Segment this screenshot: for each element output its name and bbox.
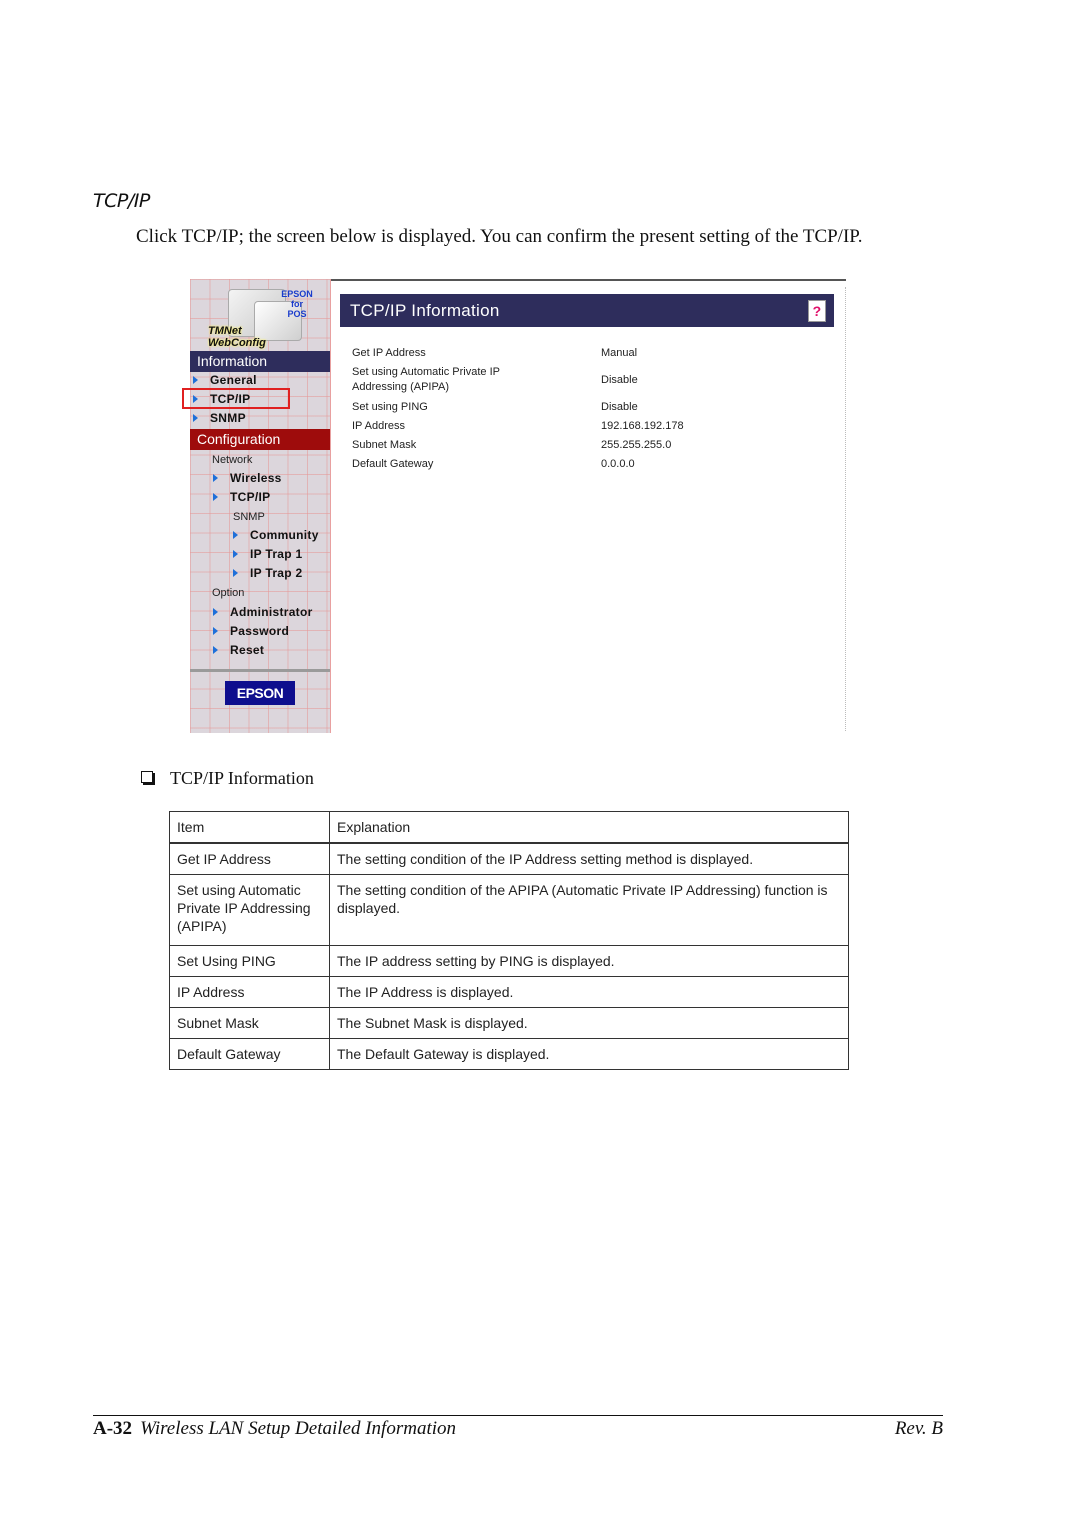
sidebar-item-label: General bbox=[210, 373, 257, 387]
table-row: Subnet Mask The Subnet Mask is displayed… bbox=[169, 1007, 849, 1039]
page-title-bar: TCP/IP Information ? bbox=[340, 294, 834, 327]
info-value-ping: Disable bbox=[601, 401, 638, 413]
table-row: Set Using PING The IP address setting by… bbox=[169, 945, 849, 977]
table-cell-item: Set Using PING bbox=[169, 945, 330, 977]
footer-chapter: A-32 Wireless LAN Setup Detailed Informat… bbox=[93, 1418, 456, 1440]
info-value-apipa: Disable bbox=[601, 374, 638, 386]
group-label-option: Option bbox=[212, 587, 245, 599]
webconfig-screenshot: EPSON for POS TMNet WebConfig Informatio… bbox=[182, 279, 846, 733]
info-label-get-ip: Get IP Address bbox=[352, 347, 426, 359]
table-row: Get IP Address The setting condition of … bbox=[169, 842, 849, 875]
info-value-get-ip: Manual bbox=[601, 347, 638, 359]
screenshot-top-border bbox=[330, 279, 846, 281]
group-label-snmp: SNMP bbox=[233, 511, 265, 523]
sidebar-item-wireless[interactable]: Wireless bbox=[213, 469, 282, 488]
sub-heading-text: TCP/IP Information bbox=[170, 768, 314, 788]
sidebar-item-community[interactable]: Community bbox=[233, 526, 319, 545]
table-cell-explanation: The Default Gateway is displayed. bbox=[329, 1038, 849, 1070]
info-label-ip-address: IP Address bbox=[352, 420, 405, 432]
arrow-right-icon bbox=[233, 530, 238, 539]
logo-product-line: TMNet bbox=[208, 325, 242, 337]
sidebar-item-ip-trap-1[interactable]: IP Trap 1 bbox=[233, 545, 303, 564]
footer-divider bbox=[93, 1415, 943, 1416]
arrow-right-icon bbox=[193, 413, 198, 422]
table-cell-explanation: The setting condition of the IP Address … bbox=[329, 842, 849, 875]
sidebar-item-label: Wireless bbox=[230, 471, 282, 485]
table-cell-explanation: The IP address setting by PING is displa… bbox=[329, 945, 849, 977]
sidebar-divider bbox=[190, 669, 330, 672]
info-value-ip-address: 192.168.192.178 bbox=[601, 420, 684, 432]
arrow-right-icon bbox=[213, 492, 218, 501]
logo-brand-line: for bbox=[291, 299, 303, 309]
sidebar: EPSON for POS TMNet WebConfig Informatio… bbox=[182, 279, 331, 733]
table-cell-item: Set using Automatic Private IP Addressin… bbox=[169, 874, 330, 946]
arrow-right-icon bbox=[213, 473, 218, 482]
table-row: IP Address The IP Address is displayed. bbox=[169, 976, 849, 1008]
intro-paragraph: Click TCP/IP; the screen below is displa… bbox=[136, 226, 863, 247]
tmnet-label: TMNet WebConfig bbox=[208, 325, 266, 349]
explanation-table: Item Explanation Get IP Address The sett… bbox=[169, 811, 849, 1070]
table-row: Set using Automatic Private IP Addressin… bbox=[169, 874, 849, 946]
arrow-right-icon bbox=[213, 645, 218, 654]
arrow-right-icon bbox=[233, 568, 238, 577]
epson-for-pos-label: EPSON for POS bbox=[280, 289, 314, 319]
arrow-right-icon bbox=[193, 375, 198, 384]
info-label-default-gateway: Default Gateway bbox=[352, 458, 434, 470]
info-label-ping: Set using PING bbox=[352, 401, 428, 413]
table-header-row: Item Explanation bbox=[169, 811, 849, 844]
chapter-title: Wireless LAN Setup Detailed Information bbox=[140, 1418, 457, 1439]
sidebar-item-snmp-info[interactable]: SNMP bbox=[193, 409, 246, 428]
sidebar-item-administrator[interactable]: Administrator bbox=[213, 603, 313, 622]
sidebar-item-password[interactable]: Password bbox=[213, 622, 289, 641]
sidebar-item-label: Reset bbox=[230, 643, 265, 657]
info-value-default-gateway: 0.0.0.0 bbox=[601, 458, 635, 470]
info-value-subnet-mask: 255.255.255.0 bbox=[601, 439, 672, 451]
arrow-right-icon bbox=[213, 626, 218, 635]
sidebar-item-label: Administrator bbox=[230, 605, 313, 619]
tmnet-webconfig-logo: EPSON for POS TMNet WebConfig bbox=[206, 285, 318, 349]
sidebar-item-label: SNMP bbox=[210, 411, 246, 425]
revision-label: Rev. B bbox=[894, 1418, 943, 1439]
sidebar-header-information: Information bbox=[190, 351, 330, 372]
arrow-right-icon bbox=[213, 607, 218, 616]
table-cell-item: Subnet Mask bbox=[169, 1007, 330, 1039]
table-cell-item: IP Address bbox=[169, 976, 330, 1008]
sidebar-item-tcpip-config[interactable]: TCP/IP bbox=[213, 488, 270, 507]
table-row: Default Gateway The Default Gateway is d… bbox=[169, 1038, 849, 1070]
sidebar-item-ip-trap-2[interactable]: IP Trap 2 bbox=[233, 564, 303, 583]
epson-logo[interactable]: EPSON bbox=[225, 681, 295, 705]
table-cell-item: Get IP Address bbox=[169, 842, 330, 875]
sidebar-item-reset[interactable]: Reset bbox=[213, 641, 264, 660]
page-title: TCP/IP Information bbox=[350, 301, 500, 320]
page-number: A-32 bbox=[93, 1418, 133, 1439]
info-label-line: Addressing (APIPA) bbox=[352, 381, 450, 393]
sidebar-item-label: Password bbox=[230, 624, 290, 638]
table-cell-explanation: The IP Address is displayed. bbox=[329, 976, 849, 1008]
arrow-right-icon bbox=[233, 549, 238, 558]
table-header-cell: Explanation bbox=[329, 811, 849, 844]
info-label-subnet-mask: Subnet Mask bbox=[352, 439, 417, 451]
section-title: TCP/IP bbox=[93, 190, 150, 212]
sidebar-item-label: Community bbox=[250, 528, 319, 542]
info-label-line: Set using Automatic Private IP bbox=[352, 366, 500, 378]
logo-brand-line: EPSON bbox=[281, 289, 313, 299]
screenshot-right-border bbox=[845, 287, 846, 731]
logo-brand-line: POS bbox=[287, 309, 307, 319]
table-cell-explanation: The Subnet Mask is displayed. bbox=[329, 1007, 849, 1039]
logo-product-line: WebConfig bbox=[208, 337, 266, 349]
sub-heading: TCP/IP Information bbox=[141, 768, 314, 789]
checkbox-bullet-icon bbox=[141, 771, 153, 783]
table-cell-item: Default Gateway bbox=[169, 1038, 330, 1070]
help-icon[interactable]: ? bbox=[808, 300, 826, 322]
table-header-cell: Item bbox=[169, 811, 330, 844]
highlight-box bbox=[182, 388, 290, 409]
sidebar-header-configuration: Configuration bbox=[190, 429, 330, 450]
sidebar-item-label: IP Trap 2 bbox=[250, 566, 303, 580]
table-cell-explanation: The setting condition of the APIPA (Auto… bbox=[329, 874, 849, 946]
info-label-apipa: Set using Automatic Private IP Addressin… bbox=[352, 365, 500, 395]
main-panel: TCP/IP Information ? Get IP Address Manu… bbox=[331, 287, 839, 733]
sidebar-item-label: IP Trap 1 bbox=[250, 547, 303, 561]
group-label-network: Network bbox=[212, 454, 253, 466]
sidebar-item-label: TCP/IP bbox=[230, 490, 271, 504]
